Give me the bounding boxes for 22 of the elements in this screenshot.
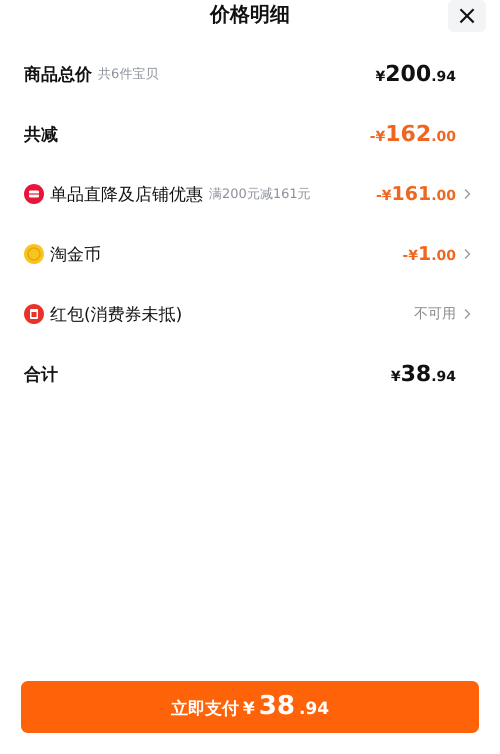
coin-icon (24, 244, 44, 264)
row-label: 商品总价 (24, 64, 92, 86)
discount-amount: -¥162.00 (370, 122, 456, 146)
row-label: 共减 (24, 124, 58, 146)
close-button[interactable]: × (448, 0, 486, 32)
status-text: 不可用 (414, 305, 456, 323)
envelope-icon (24, 304, 44, 324)
row-note: 满200元减161元 (209, 186, 311, 203)
sheet-title: 价格明细 (210, 0, 290, 28)
chevron-icon (462, 188, 472, 200)
row-label: 红包(消费券未抵) (50, 304, 182, 326)
discount-amount: -¥161.00 (376, 183, 456, 205)
price: ¥200.94 (376, 62, 456, 86)
discount-amount: -¥1.00 (402, 243, 456, 265)
row-label: 单品直降及店铺优惠 (50, 184, 203, 206)
row-label: 淘金币 (50, 244, 101, 266)
row-label: 合计 (24, 364, 58, 386)
chevron-icon (462, 248, 472, 260)
row-note: 共6件宝贝 (98, 66, 158, 83)
price: ¥38.94 (390, 362, 456, 386)
discount-icon (24, 184, 44, 204)
chevron-icon (462, 308, 472, 320)
